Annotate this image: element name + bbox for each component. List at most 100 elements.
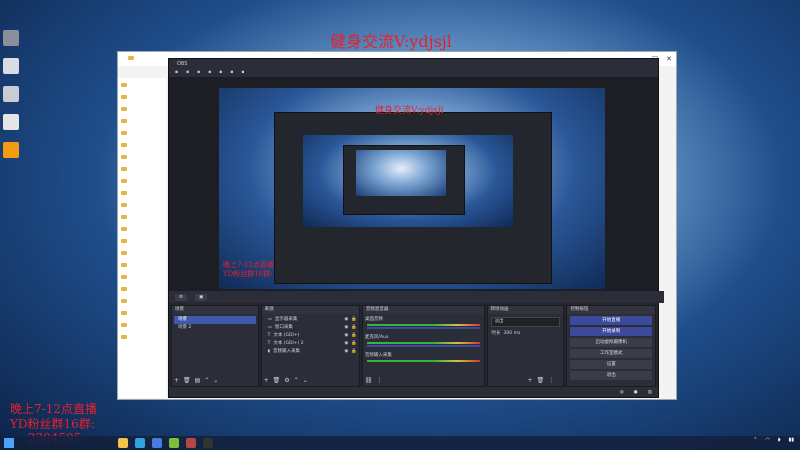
- trash-icon[interactable]: 🗑: [183, 377, 191, 384]
- eye-icon[interactable]: ◉: [344, 340, 348, 348]
- lock-icon[interactable]: 🔒: [351, 348, 357, 356]
- toolbar-chip[interactable]: ⚙: [175, 293, 188, 301]
- nav-row[interactable]: [121, 247, 163, 258]
- gear-icon[interactable]: ⚙: [284, 377, 289, 384]
- toolbar-chip[interactable]: ▣: [195, 293, 208, 301]
- nav-row[interactable]: [121, 235, 163, 246]
- nav-row[interactable]: [121, 79, 163, 90]
- mic-icon: ◖: [267, 349, 270, 354]
- arrow-up-icon[interactable]: ⌃: [294, 377, 299, 384]
- menu-item[interactable]: ▪: [230, 69, 233, 77]
- folder-icon: [121, 190, 127, 195]
- virtual-camera-button[interactable]: 启动虚拟摄像机: [570, 338, 652, 347]
- link-icon[interactable]: ⛓: [365, 377, 373, 384]
- controls-title: 控制按钮: [567, 306, 655, 314]
- source-item[interactable]: ▭ 窗口采集 ◉ 🔒: [264, 324, 357, 332]
- chevron-up-icon[interactable]: ⌃: [753, 437, 757, 443]
- add-icon[interactable]: +: [174, 377, 179, 384]
- nav-row[interactable]: [121, 271, 163, 282]
- source-item[interactable]: ◖ 音频输入采集 ◉ 🔒: [264, 348, 357, 356]
- lock-icon[interactable]: 🔒: [351, 332, 357, 340]
- edge-icon[interactable]: [135, 438, 145, 448]
- nav-row[interactable]: [121, 283, 163, 294]
- clock[interactable]: ▮▮: [788, 437, 794, 443]
- nav-row[interactable]: [121, 259, 163, 270]
- source-item[interactable]: T 文本 (GDI+) 2 ◉ 🔒: [264, 340, 357, 348]
- wifi-icon[interactable]: ◠: [765, 437, 769, 443]
- app-icon[interactable]: [3, 58, 19, 74]
- store-icon[interactable]: [152, 438, 162, 448]
- nav-row[interactable]: [121, 103, 163, 114]
- nav-row[interactable]: [121, 175, 163, 186]
- nav-row[interactable]: [121, 139, 163, 150]
- menu-item[interactable]: ▪: [208, 69, 211, 77]
- eye-icon[interactable]: ◉: [344, 316, 348, 324]
- nav-row[interactable]: [121, 151, 163, 162]
- nav-row[interactable]: [121, 91, 163, 102]
- obs-icon[interactable]: [203, 438, 213, 448]
- nested-preview-canvas: [303, 135, 513, 227]
- scene-item[interactable]: 场景 2: [174, 324, 256, 332]
- volume-meter: [366, 324, 480, 326]
- add-icon[interactable]: +: [264, 377, 269, 384]
- text-icon: T: [267, 333, 271, 338]
- menu-item[interactable]: ▪: [186, 69, 189, 77]
- trash-icon[interactable]: 🗑: [537, 377, 545, 384]
- trash-icon[interactable]: 🗑: [273, 377, 281, 384]
- duration-input[interactable]: 300 ms: [504, 330, 521, 338]
- volume-slider[interactable]: [366, 327, 480, 329]
- nav-row[interactable]: [121, 319, 163, 330]
- volume-slider[interactable]: [366, 345, 480, 347]
- start-recording-button[interactable]: 开始录制: [570, 327, 652, 336]
- volume-icon[interactable]: ◗: [778, 437, 781, 443]
- scene-item[interactable]: 场景: [174, 316, 256, 324]
- add-icon[interactable]: +: [528, 377, 533, 384]
- source-item[interactable]: T 文本 (GDI+) ◉ 🔒: [264, 332, 357, 340]
- preview-area: 健身交流V:ydjsjl 晚上7-12点直播 YD粉丝群16群:: [169, 77, 658, 291]
- preview-canvas[interactable]: 健身交流V:ydjsjl 晚上7-12点直播 YD粉丝群16群:: [219, 88, 605, 289]
- recycle-bin-icon[interactable]: [3, 30, 19, 46]
- studio-mode-button[interactable]: 工作室模式: [570, 349, 652, 358]
- nav-row[interactable]: [121, 295, 163, 306]
- nav-row[interactable]: [121, 223, 163, 234]
- app-icon[interactable]: [169, 438, 179, 448]
- arrow-down-icon[interactable]: ⌄: [303, 377, 308, 384]
- filter-icon[interactable]: ▤: [195, 377, 201, 384]
- arrow-up-icon[interactable]: ⌃: [204, 377, 209, 384]
- menu-item[interactable]: ▪: [175, 69, 178, 77]
- lock-icon[interactable]: 🔒: [351, 340, 357, 348]
- arrow-down-icon[interactable]: ⌄: [213, 377, 218, 384]
- app-icon[interactable]: [186, 438, 196, 448]
- menu-item[interactable]: ▪: [241, 69, 244, 77]
- settings-button[interactable]: 设置: [570, 360, 652, 369]
- menu-item[interactable]: ▪: [219, 69, 222, 77]
- start-streaming-button[interactable]: 开始直播: [570, 316, 652, 325]
- eye-icon[interactable]: ◉: [344, 332, 348, 340]
- exit-button[interactable]: 退出: [570, 371, 652, 380]
- sources-list: ▭ 显示器采集 ◉ 🔒 ▭ 窗口采集 ◉ 🔒 T 文本 (GDI+) ◉ 🔒 T 文本 (GDI+)…: [262, 314, 359, 358]
- nav-row[interactable]: [121, 163, 163, 174]
- transition-select[interactable]: 淡出: [490, 317, 561, 327]
- eye-icon[interactable]: ◉: [344, 348, 348, 356]
- folder-icon: [121, 154, 127, 159]
- nav-row[interactable]: [121, 331, 163, 342]
- close-icon[interactable]: ✕: [662, 52, 676, 66]
- source-item[interactable]: ▭ 显示器采集 ◉ 🔒: [264, 316, 357, 324]
- nav-row[interactable]: [121, 187, 163, 198]
- nav-row[interactable]: [121, 199, 163, 210]
- nav-row[interactable]: [121, 127, 163, 138]
- app-icon[interactable]: [3, 86, 19, 102]
- menu-item[interactable]: ▪: [197, 69, 200, 77]
- nav-row[interactable]: [121, 115, 163, 126]
- menu-dots-icon[interactable]: ⋮: [548, 377, 554, 384]
- lock-icon[interactable]: 🔒: [351, 324, 357, 332]
- lock-icon[interactable]: 🔒: [351, 316, 357, 324]
- nav-row[interactable]: [121, 307, 163, 318]
- eye-icon[interactable]: ◉: [344, 324, 348, 332]
- file-explorer-icon[interactable]: [118, 438, 128, 448]
- nav-row[interactable]: [121, 211, 163, 222]
- app-icon[interactable]: [3, 142, 19, 158]
- start-icon[interactable]: [4, 438, 14, 448]
- menu-dots-icon[interactable]: ⋮: [377, 377, 383, 384]
- app-icon[interactable]: [3, 114, 19, 130]
